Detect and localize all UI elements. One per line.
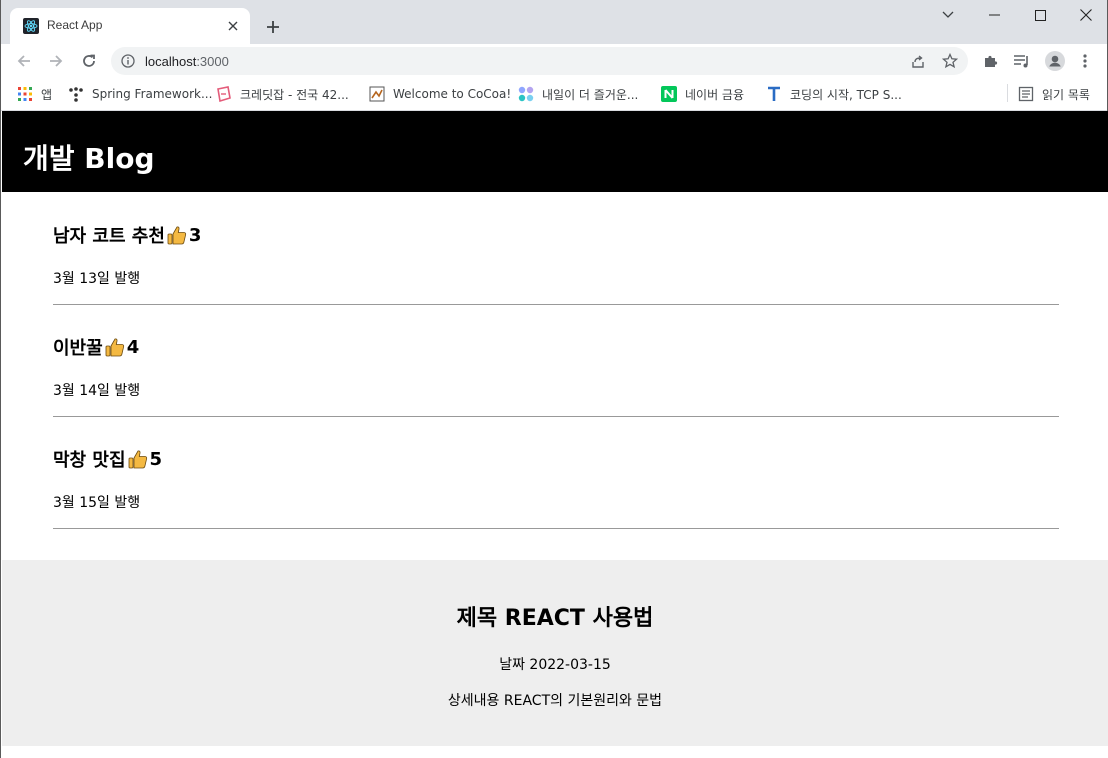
react-favicon-icon: [23, 18, 39, 34]
thumbs-up-icon[interactable]: [104, 336, 126, 358]
maximize-icon[interactable]: [1017, 0, 1063, 30]
media-playlist-icon[interactable]: [1010, 49, 1034, 73]
post-date: 3월 13일 발행: [53, 271, 141, 287]
post-item: 남자 코트 추천 3 3월 13일 발행: [53, 192, 1059, 305]
extensions-puzzle-icon[interactable]: [979, 49, 1003, 73]
address-bar[interactable]: localhost:3000: [111, 47, 968, 75]
post-title[interactable]: 이반꿀: [53, 334, 103, 360]
bookmark-label: Spring Framework...: [92, 87, 213, 101]
reading-list-button[interactable]: 읽기 목록: [1018, 84, 1090, 104]
bookmark-creditjob[interactable]: 크레딧잡 - 전국 42...: [216, 84, 349, 104]
post-date: 3월 14일 발행: [53, 383, 141, 399]
bookmark-label: 네이버 금융: [685, 87, 745, 102]
bookmark-naver-finance[interactable]: 네이버 금융: [661, 84, 744, 104]
post-title-row[interactable]: 막창 맛집 5: [53, 446, 162, 472]
bookmark-label: 코딩의 시작, TCP S...: [790, 87, 902, 102]
bookmark-cocoa[interactable]: Welcome to CoCoa!: [369, 84, 511, 104]
cocoa-icon: [369, 86, 385, 102]
browser-toolbar: localhost:3000: [1, 44, 1107, 78]
reading-list-icon: [1018, 86, 1034, 102]
bookmark-label: Welcome to CoCoa!: [393, 87, 512, 101]
more-menu-icon[interactable]: [1073, 49, 1097, 73]
reading-list-label: 읽기 목록: [1042, 87, 1090, 102]
bookmarks-bar: 앱 Spring Framework... 크레딧잡 - 전국 42... We…: [1, 78, 1107, 111]
new-tab-icon[interactable]: [261, 15, 285, 39]
naver-icon: [661, 86, 677, 102]
bookmark-tomorrow[interactable]: 내일이 더 즐거운...: [518, 84, 638, 104]
close-window-icon[interactable]: [1063, 0, 1108, 30]
url-text: localhost:3000: [145, 54, 229, 69]
bookmark-apps[interactable]: 앱: [17, 84, 52, 104]
reload-icon[interactable]: [77, 49, 101, 73]
modal-content: 상세내용 REACT의 기본원리와 문법: [447, 693, 663, 709]
site-info-icon[interactable]: [121, 54, 135, 68]
post-title-row[interactable]: 남자 코트 추천 3: [53, 222, 201, 248]
post-item: 이반꿀 4 3월 14일 발행: [53, 304, 1059, 417]
modal-title: 제목 REACT 사용법: [456, 606, 654, 631]
post-title[interactable]: 남자 코트 추천: [53, 222, 165, 248]
apps-grid-icon: [18, 87, 32, 101]
browser-titlebar: React App: [1, 0, 1107, 44]
url-port: :3000: [196, 54, 229, 69]
back-arrow-icon[interactable]: [12, 49, 36, 73]
modal-date: 날짜 2022-03-15: [499, 657, 611, 673]
tab-close-icon[interactable]: [224, 17, 242, 35]
forward-arrow-icon[interactable]: [44, 49, 68, 73]
tcp-school-icon: [768, 86, 780, 101]
page-content: 개발 Blog 남자 코트 추천 3 3월 13일 발행 이반꿀 4 3월 14…: [2, 111, 1108, 758]
bookmark-spring[interactable]: Spring Framework...: [68, 84, 212, 104]
minimize-icon[interactable]: [971, 0, 1017, 30]
detail-modal: 제목 REACT 사용법 날짜 2022-03-15 상세내용 REACT의 기…: [2, 560, 1108, 746]
tab-search-chevron-icon[interactable]: [925, 0, 971, 30]
bookmark-label: 크레딧잡 - 전국 42...: [240, 87, 349, 102]
thumbs-up-icon[interactable]: [127, 448, 149, 470]
bookmark-tcp-school[interactable]: 코딩의 시작, TCP S...: [766, 84, 902, 104]
creditjob-icon: [217, 86, 231, 102]
url-host: localhost: [145, 54, 197, 69]
share-icon[interactable]: [910, 53, 926, 69]
like-count: 4: [126, 336, 140, 358]
like-count: 3: [188, 224, 202, 246]
bookmark-divider: [1007, 84, 1008, 102]
bookmark-label: 앱: [41, 87, 53, 102]
nav-title: 개발 Blog: [23, 142, 155, 175]
post-title[interactable]: 막창 맛집: [53, 446, 126, 472]
tab-title: React App: [47, 18, 103, 32]
post-item: 막창 맛집 5 3월 15일 발행: [53, 416, 1059, 529]
post-title-row[interactable]: 이반꿀 4: [53, 334, 139, 360]
thumbs-up-icon[interactable]: [166, 224, 188, 246]
spring-icon: [69, 87, 83, 102]
bookmark-label: 내일이 더 즐거운...: [542, 87, 639, 102]
like-count: 5: [149, 448, 163, 470]
dots-icon: [518, 86, 534, 102]
profile-avatar-icon[interactable]: [1043, 49, 1067, 73]
bookmark-star-icon[interactable]: [942, 53, 958, 69]
post-date: 3월 15일 발행: [53, 495, 141, 511]
tab-react-app[interactable]: React App: [10, 8, 250, 44]
black-nav: 개발 Blog: [2, 111, 1108, 192]
